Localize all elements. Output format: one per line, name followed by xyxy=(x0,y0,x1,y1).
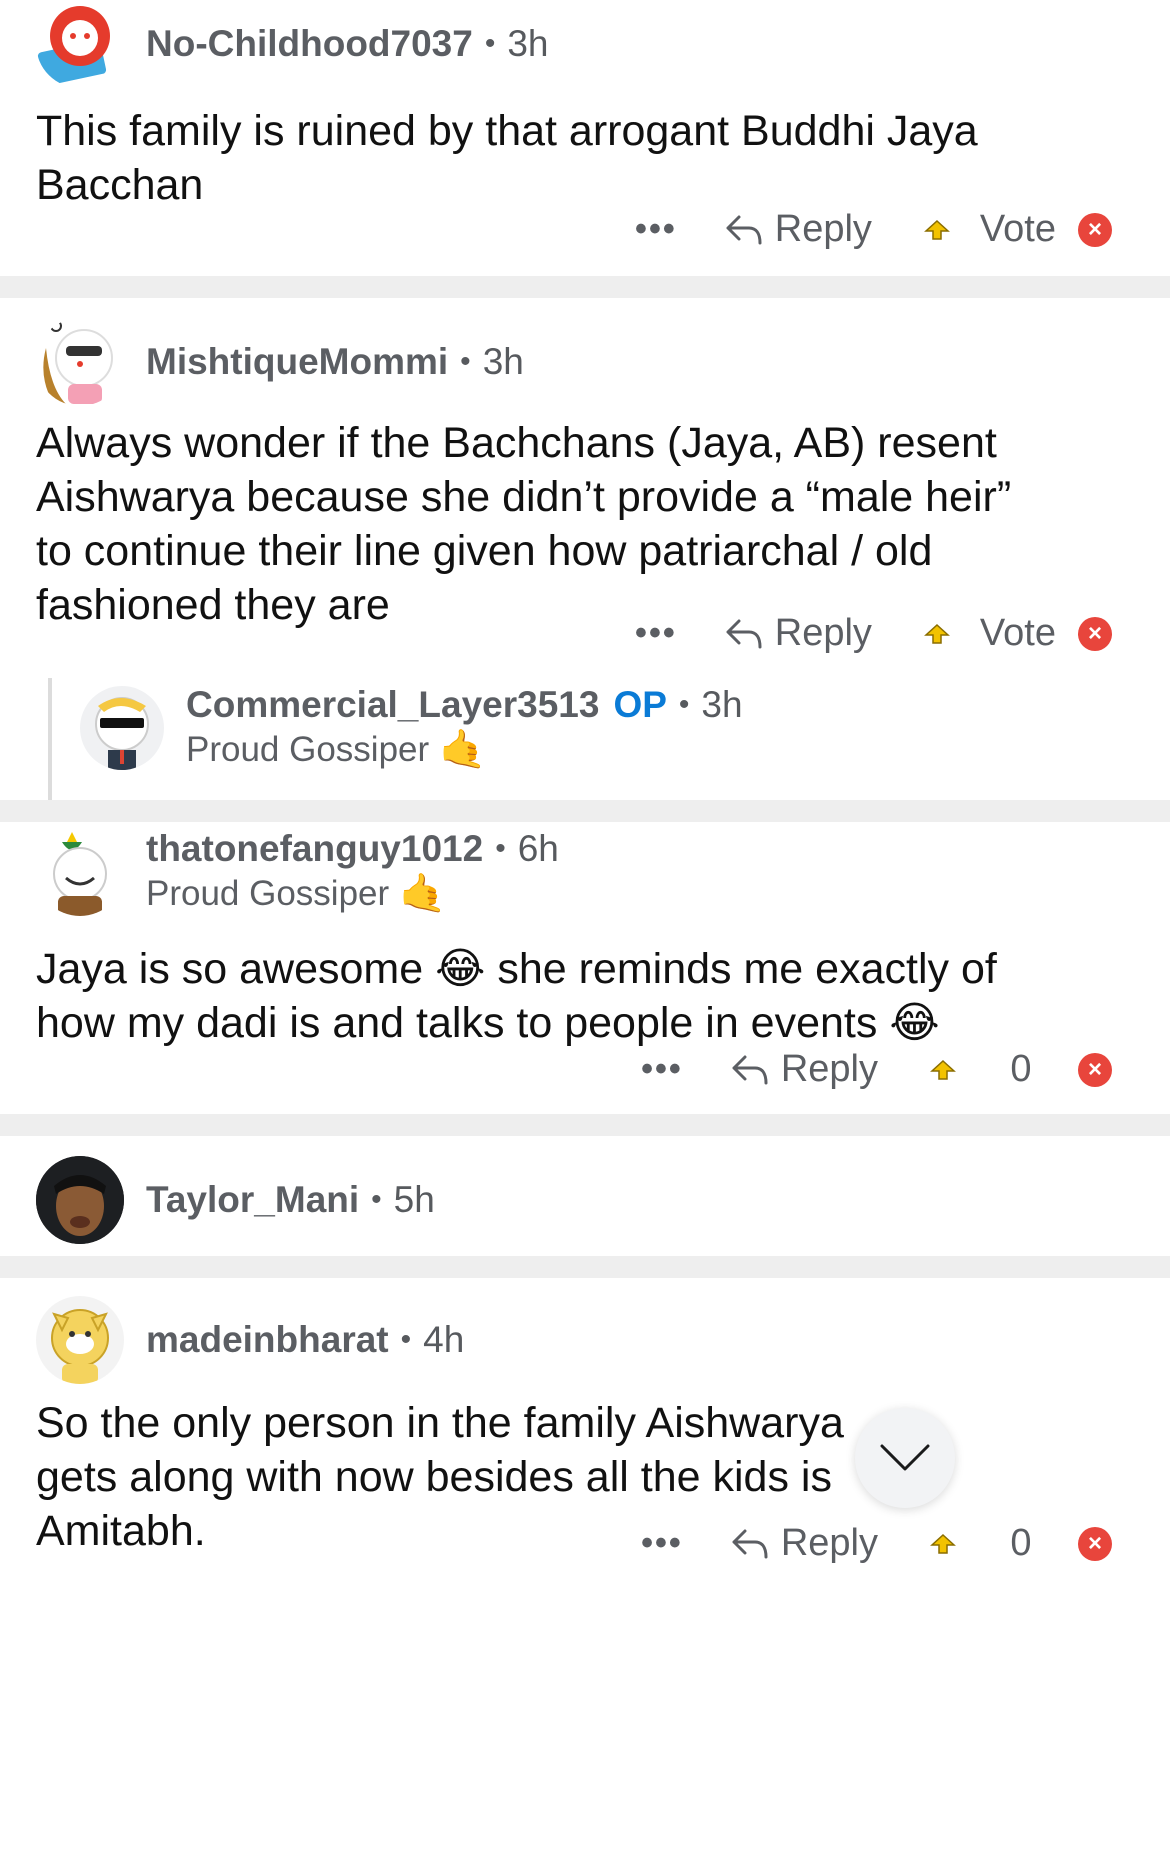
timestamp: 3h xyxy=(507,23,549,64)
avatar[interactable] xyxy=(36,0,124,88)
downvote-icon[interactable]: × xyxy=(1078,1526,1112,1561)
reply-arrow-icon xyxy=(732,1529,768,1558)
more-options-button[interactable]: ••• xyxy=(641,1050,683,1089)
call-me-hand-icon: 🤙 xyxy=(399,873,447,915)
upvote-icon xyxy=(930,1533,956,1554)
username[interactable]: thatonefanguy1012 xyxy=(146,828,483,870)
avatar[interactable] xyxy=(36,318,124,406)
reply-label: Reply xyxy=(780,1522,878,1564)
reply-label: Reply xyxy=(774,208,872,250)
downvote-icon[interactable]: × xyxy=(1078,616,1112,651)
separator-dot: • xyxy=(460,345,471,378)
vote-count: Vote xyxy=(979,612,1056,654)
username[interactable]: Commercial_Layer3513 xyxy=(186,684,599,726)
comment-header: Taylor_Mani • 5h xyxy=(36,1156,435,1244)
username[interactable]: madeinbharat xyxy=(146,1319,389,1361)
user-flair: Proud Gossiper 🤙 xyxy=(146,872,559,916)
reply-label: Reply xyxy=(780,1048,878,1090)
vote-count: Vote xyxy=(979,208,1056,250)
snoo-avatar-icon xyxy=(37,0,110,86)
vote-count: 0 xyxy=(1010,1522,1032,1564)
comment-text-part: Jaya is so awesome xyxy=(36,945,424,993)
upvote-icon xyxy=(923,623,950,644)
upvote-icon xyxy=(923,219,950,240)
flair-text: Proud Gossiper xyxy=(146,874,390,913)
downvote-icon[interactable]: × xyxy=(1078,1052,1112,1087)
upvote-button[interactable] xyxy=(930,1522,956,1565)
call-me-hand-icon: 🤙 xyxy=(439,729,487,771)
snoo-avatar-icon xyxy=(51,1309,109,1384)
reply-label: Reply xyxy=(774,612,872,654)
comment-actions: ••• Reply 0 × xyxy=(641,1048,1112,1091)
avatar[interactable] xyxy=(80,686,164,770)
comment-header: thatonefanguy1012 • 6h Proud Gossiper 🤙 xyxy=(36,828,559,916)
comment-text: Jaya is so awesome 😂 she reminds me exac… xyxy=(36,942,1036,1050)
timestamp: 3h xyxy=(701,684,743,725)
user-flair: Proud Gossiper 🤙 xyxy=(186,728,743,772)
comment-header: No-Childhood7037 • 3h xyxy=(36,0,549,88)
separator xyxy=(0,1114,1170,1136)
timestamp: 4h xyxy=(423,1319,465,1360)
laughing-emoji-icon: 😂 xyxy=(435,945,486,993)
avatar[interactable] xyxy=(36,1296,124,1384)
nested-reply: Commercial_Layer3513 OP • 3h Proud Gossi… xyxy=(48,678,743,800)
upvote-button[interactable] xyxy=(923,208,950,251)
avatar[interactable] xyxy=(36,828,124,916)
username[interactable]: No-Childhood7037 xyxy=(146,23,473,65)
reply-arrow-icon xyxy=(726,619,762,648)
upvote-icon xyxy=(930,1059,956,1080)
downvote-icon[interactable]: × xyxy=(1078,212,1112,247)
avatar[interactable] xyxy=(36,1156,124,1244)
snoo-avatar-icon xyxy=(53,832,107,916)
reply-button[interactable]: Reply xyxy=(725,612,872,655)
separator xyxy=(0,276,1170,298)
comment-actions: ••• Reply Vote × xyxy=(635,208,1112,251)
timestamp: 6h xyxy=(517,828,559,869)
comment-actions: ••• Reply Vote × xyxy=(635,612,1112,655)
comment-header: MishtiqueMommi • 3h xyxy=(36,318,524,406)
more-options-button[interactable]: ••• xyxy=(641,1524,683,1563)
laughing-emoji-icon: 😂 xyxy=(889,999,940,1047)
reply-arrow-icon xyxy=(732,1055,768,1084)
comment-actions: ••• Reply 0 × xyxy=(641,1522,1112,1565)
timestamp: 5h xyxy=(393,1179,435,1220)
snoo-avatar-icon xyxy=(43,320,113,404)
separator-dot: • xyxy=(678,688,690,721)
more-options-button[interactable]: ••• xyxy=(635,210,677,249)
profile-photo-icon xyxy=(36,1156,124,1244)
snoo-avatar-icon xyxy=(95,697,149,770)
comment-text: Always wonder if the Bachchans (Jaya, AB… xyxy=(36,419,1012,629)
separator-dot: • xyxy=(484,27,496,60)
reply-button[interactable]: Reply xyxy=(731,1522,878,1565)
reply-button[interactable]: Reply xyxy=(725,208,872,251)
timestamp: 3h xyxy=(482,341,524,382)
reply-arrow-icon xyxy=(726,215,762,244)
comment-5: madeinbharat • 4h So the only person in … xyxy=(0,1278,1170,1590)
separator-dot: • xyxy=(400,1323,412,1356)
comment-4: Taylor_Mani • 5h xyxy=(0,1136,1170,1256)
comment-3: thatonefanguy1012 • 6h Proud Gossiper 🤙 … xyxy=(0,822,1170,1114)
reply-button[interactable]: Reply xyxy=(731,1048,878,1091)
comment-text: This family is ruined by that arrogant B… xyxy=(36,107,978,209)
more-options-button[interactable]: ••• xyxy=(635,614,677,653)
comment-header: madeinbharat • 4h xyxy=(36,1296,464,1384)
scroll-down-button[interactable] xyxy=(855,1408,955,1508)
chevron-down-icon xyxy=(880,1444,930,1471)
flair-text: Proud Gossiper xyxy=(186,730,430,769)
upvote-button[interactable] xyxy=(930,1048,956,1091)
op-badge: OP xyxy=(613,684,667,725)
separator-dot: • xyxy=(495,832,506,865)
vote-count: 0 xyxy=(1010,1048,1032,1090)
username[interactable]: MishtiqueMommi xyxy=(146,341,448,383)
separator-dot: • xyxy=(371,1183,382,1216)
comment-2: MishtiqueMommi • 3h Always wonder if the… xyxy=(0,298,1170,800)
comment-1: No-Childhood7037 • 3h This family is rui… xyxy=(0,0,1170,276)
upvote-button[interactable] xyxy=(923,612,950,655)
separator xyxy=(0,1256,1170,1278)
separator xyxy=(0,800,1170,822)
username[interactable]: Taylor_Mani xyxy=(146,1179,359,1221)
